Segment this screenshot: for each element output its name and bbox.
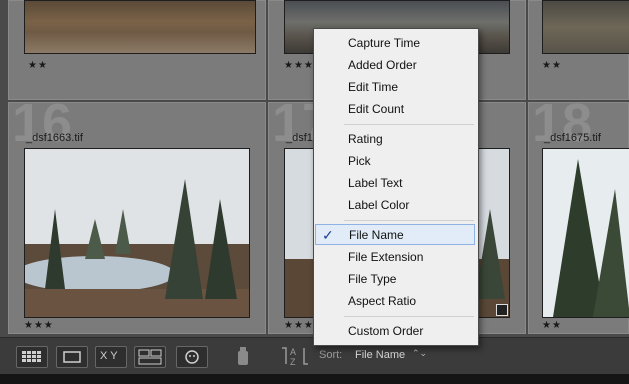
grid-view-icon: [22, 351, 41, 362]
menu-item-capture-time[interactable]: Capture Time: [315, 33, 475, 54]
survey-view-icon: [138, 349, 162, 365]
cell-filename: _dsf1663.tif: [26, 132, 83, 144]
painter-spray-can-icon: [238, 347, 248, 365]
thumbnail-image[interactable]: [542, 0, 629, 54]
sort-direction-icon: A Z: [282, 347, 308, 367]
menu-item-added-order[interactable]: Added Order: [315, 55, 475, 76]
menu-item-pick[interactable]: Pick: [315, 151, 475, 172]
cell-filename: _dsf1675.tif: [544, 132, 601, 144]
sort-dropdown-chevron-icon[interactable]: ⌃⌄: [412, 348, 427, 359]
svg-text:Z: Z: [290, 357, 296, 367]
rating-stars: ★★★: [24, 320, 54, 331]
menu-separator: [344, 124, 474, 125]
rating-stars: ★★: [542, 60, 562, 71]
rating-stars: ★★★: [284, 320, 314, 331]
grid-cell[interactable]: ★★: [528, 0, 629, 100]
people-view-icon: [185, 350, 199, 364]
rating-stars: ★★: [28, 60, 48, 71]
menu-item-file-type[interactable]: File Type: [315, 269, 475, 290]
grid-cell[interactable]: 16 _dsf1663.tif ★★★: [8, 102, 266, 334]
thumbnail-image[interactable]: [24, 148, 250, 318]
sort-menu: Capture Time Added Order Edit Time Edit …: [313, 28, 479, 346]
menu-item-custom-order[interactable]: Custom Order: [315, 321, 475, 342]
compare-view-icon: X Y: [100, 350, 118, 362]
sort-direction-button[interactable]: A Z: [278, 344, 312, 368]
menu-item-edit-count[interactable]: Edit Count: [315, 99, 475, 120]
sort-label: Sort:: [319, 349, 343, 361]
pine-tree-photo: [543, 149, 629, 317]
check-mark-icon: ✓: [322, 227, 334, 243]
menu-item-aspect-ratio[interactable]: Aspect Ratio: [315, 291, 475, 312]
sort-dropdown[interactable]: File Name: [355, 349, 405, 361]
compare-view-button[interactable]: X Y: [95, 346, 127, 368]
thumbnail-image[interactable]: [542, 148, 629, 318]
grid-cell[interactable]: 18 _dsf1675.tif ★★: [528, 102, 629, 334]
metadata-badge-icon[interactable]: [496, 304, 508, 316]
forest-lake-photo: [25, 149, 249, 317]
bottom-edge: [0, 374, 629, 384]
painter-tool-button[interactable]: [234, 344, 252, 368]
menu-item-file-extension[interactable]: File Extension: [315, 247, 475, 268]
menu-item-label-color[interactable]: Label Color: [315, 195, 475, 216]
loupe-view-icon: [63, 351, 81, 363]
rating-stars: ★★★: [284, 60, 314, 71]
rating-stars: ★★: [542, 320, 562, 331]
menu-item-edit-time[interactable]: Edit Time: [315, 77, 475, 98]
menu-item-file-name[interactable]: ✓ File Name: [315, 224, 475, 245]
menu-separator: [344, 316, 474, 317]
thumbnail-image[interactable]: [24, 0, 256, 54]
grid-cell[interactable]: ★★: [8, 0, 266, 100]
survey-view-button[interactable]: [134, 346, 166, 368]
people-view-button[interactable]: [176, 346, 208, 368]
loupe-view-button[interactable]: [56, 346, 88, 368]
grid-view-button[interactable]: [16, 346, 48, 368]
menu-item-label-text[interactable]: Label Text: [315, 173, 475, 194]
svg-text:A: A: [290, 347, 296, 357]
menu-item-rating[interactable]: Rating: [315, 129, 475, 150]
menu-separator: [344, 220, 474, 221]
